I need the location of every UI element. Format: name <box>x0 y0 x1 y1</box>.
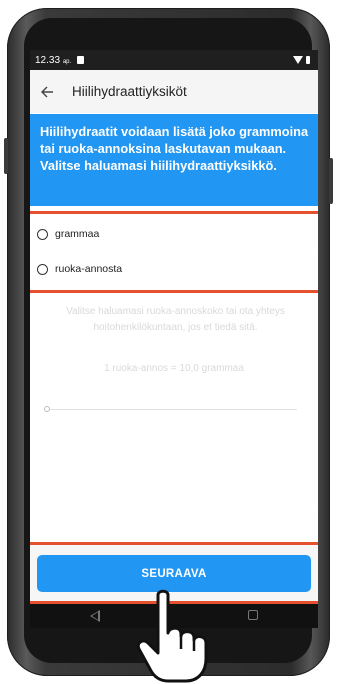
volume-button <box>4 138 8 174</box>
info-banner: Hiilihydraatit voidaan lisätä joko gramm… <box>30 114 318 206</box>
next-button[interactable]: SEURAAVA <box>37 555 311 592</box>
option-portions[interactable]: ruoka-annosta <box>37 263 122 275</box>
app-bar: Hiilihydraattiyksiköt <box>30 70 318 113</box>
status-time: 12.33 ap. <box>35 54 72 66</box>
portion-hint: Valitse haluamasi ruoka-annoskoko tai ot… <box>66 306 285 333</box>
page-title: Hiilihydraattiyksiköt <box>72 84 187 99</box>
portion-equivalence: 1 ruoka-annos = 10,0 grammaa <box>104 363 244 374</box>
nav-back-icon[interactable] <box>90 610 100 622</box>
arrow-left-icon[interactable] <box>39 84 55 100</box>
wifi-icon <box>293 56 303 64</box>
unit-options-highlight: grammaa ruoka-annosta <box>30 211 318 293</box>
battery-icon <box>306 56 310 64</box>
pointing-hand-icon <box>136 589 208 683</box>
power-button <box>329 158 333 204</box>
nav-recents-icon[interactable] <box>248 610 258 620</box>
sim-icon <box>77 56 85 64</box>
radio-button[interactable] <box>37 263 48 275</box>
portion-slider-track[interactable] <box>47 409 297 410</box>
option-label: grammaa <box>55 228 100 240</box>
radio-button[interactable] <box>37 228 48 240</box>
option-label: ruoka-annosta <box>55 263 123 275</box>
app-screen: 12.33 ap. Hiilihydraattiyksiköt Hiilihyd… <box>30 50 318 628</box>
status-bar: 12.33 ap. <box>30 50 318 70</box>
portion-slider-thumb[interactable] <box>44 406 50 412</box>
option-grams[interactable]: grammaa <box>37 228 99 240</box>
